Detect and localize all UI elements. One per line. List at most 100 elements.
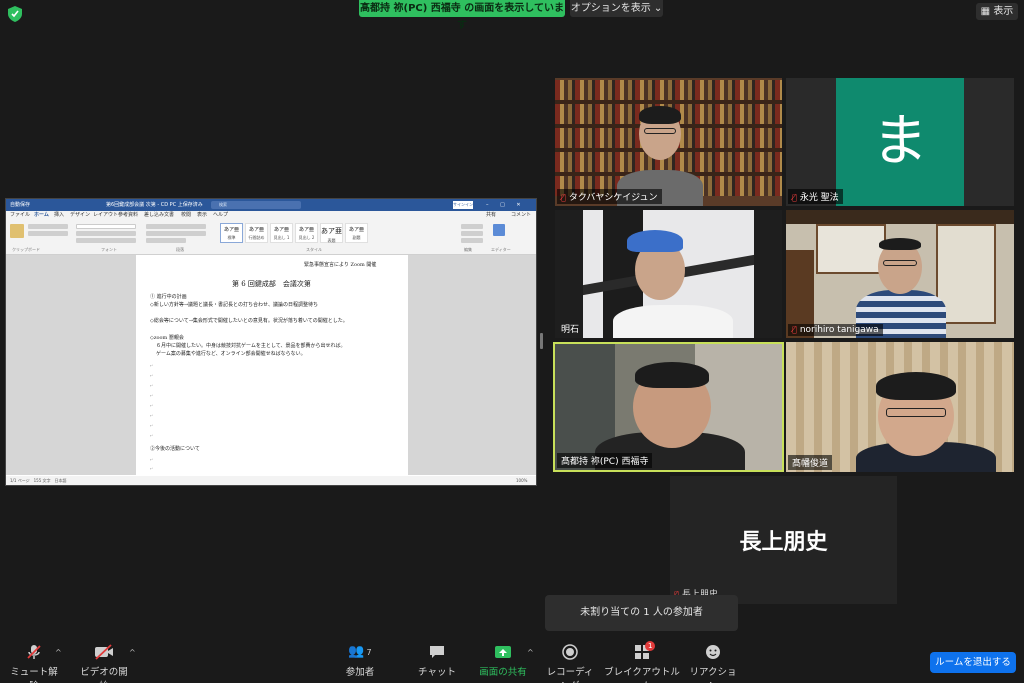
tab-references[interactable]: 参考資料	[118, 211, 138, 220]
zoom-meeting-window: 髙都持 祢(PC) 西福寺 の画面を表示しています オプションを表示 ⌄ ▦ 表…	[0, 0, 1024, 683]
ribbon-tabs: ファイル ホーム 挿入 デザイン レイアウト 参考資料 差し込み文書 校閲 表示…	[6, 211, 536, 220]
participant-name: 明石	[561, 325, 580, 335]
paragraph-mark: ↵	[150, 363, 154, 368]
ceiling-beam	[786, 210, 1014, 224]
font-name-select[interactable]	[76, 224, 136, 229]
group-editing: 編集	[464, 247, 472, 252]
tab-view[interactable]: 表示	[197, 211, 207, 220]
person-hair	[876, 372, 956, 400]
doc-line-item1c: ◇zoom 懇親会	[150, 335, 184, 341]
font-style-tools[interactable]	[76, 231, 136, 236]
format-painter-tool[interactable]	[28, 231, 68, 236]
select-tool[interactable]	[461, 238, 483, 243]
style-heading-2[interactable]: あア亜 見出し 2	[295, 223, 318, 243]
view-label: 表示	[993, 6, 1014, 17]
share-screen-icon	[495, 646, 511, 658]
alignment-tools[interactable]	[146, 231, 206, 236]
share-link[interactable]: 共有	[486, 211, 496, 220]
participant-tile[interactable]: 髙幡俊道	[786, 342, 1014, 472]
font-color-tools[interactable]	[76, 238, 136, 243]
comment-link[interactable]: コメント	[511, 211, 531, 220]
tab-design[interactable]: デザイン	[70, 211, 90, 220]
tab-insert[interactable]: 挿入	[54, 211, 64, 220]
participant-tile[interactable]: ま 🎙̸ 永光 聖法	[786, 78, 1014, 206]
window-controls[interactable]: – □ ✕	[486, 199, 526, 211]
tab-help[interactable]: ヘルプ	[213, 211, 228, 220]
active-speaker-tile[interactable]: 髙都持 祢(PC) 西福寺	[553, 342, 784, 472]
split-view-handle[interactable]	[540, 333, 543, 349]
record-button[interactable]: レコーディング	[543, 644, 597, 683]
tab-mailings[interactable]: 差し込み文書	[144, 211, 174, 220]
breakout-rooms-button[interactable]: 1 ブレイクアウトルーム	[604, 641, 680, 683]
glasses	[883, 260, 917, 266]
record-label: レコーディング	[546, 667, 594, 683]
participants-count: 7	[366, 648, 372, 657]
style-sample: あア亜	[321, 227, 342, 235]
bookshelf-row	[555, 80, 782, 100]
style-subtitle[interactable]: あア亜 副題	[345, 223, 368, 243]
shading-tools[interactable]	[146, 238, 186, 243]
participant-name: タクバヤシケイジュン	[568, 193, 658, 203]
unassigned-participants-popup[interactable]: 未割り当ての 1 人の参加者	[545, 595, 738, 631]
participant-tile[interactable]: 🎙̸ norihiro tanigawa	[786, 210, 1014, 338]
doc-heading: 第 6 回鍵成部 会議次第	[232, 280, 311, 288]
person-hair	[635, 362, 709, 388]
view-button[interactable]: ▦ 表示	[976, 3, 1018, 20]
mic-muted-icon: 🎙̸	[561, 193, 566, 202]
unmute-button[interactable]: ミュート解除	[8, 644, 60, 683]
breakout-badge: 1	[645, 641, 656, 651]
options-label: オプションを表示	[570, 3, 651, 14]
style-name: 副題	[352, 235, 361, 240]
participant-avatar: ま	[836, 78, 964, 206]
participant-tile[interactable]: 長上朋史 🎙̸長上朋史	[670, 476, 897, 604]
doc-line-item1b: ◇総会等について→集会形式で開催したいとの意見有。状況が落ち着いての開催とした。	[150, 318, 348, 324]
participant-tile[interactable]: 明石	[555, 210, 782, 338]
find-tool[interactable]	[461, 224, 483, 229]
cut-copy-tools[interactable]	[28, 224, 68, 229]
chat-button[interactable]: チャット	[418, 644, 456, 678]
list-tools[interactable]	[146, 224, 206, 229]
participant-tile[interactable]: 🎙̸ タクバヤシケイジュン	[555, 78, 782, 206]
style-no-spacing[interactable]: あア亜 行間詰め	[245, 223, 268, 243]
zoom-level[interactable]: 100%	[516, 476, 527, 485]
video-options-caret[interactable]: ^	[129, 648, 136, 657]
participant-name-label: 髙幡俊道	[788, 455, 833, 470]
autosave-label[interactable]: 自動保存	[10, 199, 30, 211]
tab-file[interactable]: ファイル	[10, 211, 30, 220]
style-heading-1[interactable]: あア亜 見出し 1	[270, 223, 293, 243]
video-off-icon	[95, 644, 113, 660]
share-options-caret[interactable]: ^	[527, 648, 534, 657]
participant-name: 永光 聖法	[799, 193, 839, 203]
share-screen-label: 画面の共有	[479, 667, 527, 678]
glasses	[886, 408, 946, 417]
style-title[interactable]: あア亜 表題	[320, 223, 343, 243]
editor-icon[interactable]	[493, 224, 505, 236]
start-video-label: ビデオの開始	[80, 667, 128, 683]
tab-home[interactable]: ホーム	[34, 211, 49, 220]
style-normal[interactable]: あア亜 標準	[220, 223, 243, 243]
share-screen-button[interactable]: 画面の共有	[478, 644, 528, 678]
participants-button[interactable]: 👥 7 参加者	[338, 644, 382, 678]
unmute-label: ミュート解除	[10, 667, 58, 683]
leave-room-button[interactable]: ルームを退出する	[930, 652, 1016, 673]
reactions-button[interactable]: リアクション	[689, 644, 737, 683]
paste-icon[interactable]	[10, 224, 24, 238]
word-signin-button[interactable]: サインイン	[453, 201, 473, 209]
group-clipboard: クリップボード	[12, 247, 40, 252]
tab-layout[interactable]: レイアウト	[93, 211, 118, 220]
style-name: 行間詰め	[248, 235, 265, 240]
document-page[interactable]: 緊急事態宣言により Zoom 開催 第 6 回鍵成部 会議次第 ① 進行中の計画…	[136, 255, 408, 475]
start-video-button[interactable]: ビデオの開始	[76, 644, 132, 683]
shared-word-document[interactable]: 自動保存 第6回鍵成部会議 次第 - CD PC 上保存済み 検索 サインイン …	[5, 198, 537, 486]
word-search-box[interactable]: 検索	[211, 201, 301, 209]
breakout-rooms-label: ブレイクアウトルーム	[604, 667, 680, 683]
participants-icon: 👥 7	[348, 644, 372, 659]
replace-tool[interactable]	[461, 231, 483, 236]
view-options-button[interactable]: オプションを表示 ⌄	[570, 0, 663, 17]
security-shield-icon[interactable]	[8, 6, 22, 22]
audio-options-caret[interactable]: ^	[55, 648, 62, 657]
tab-review[interactable]: 校閲	[181, 211, 191, 220]
style-name: 見出し 1	[273, 235, 290, 240]
participant-name-label: 🎙̸ タクバヤシケイジュン	[557, 189, 662, 204]
style-sample: あア亜	[248, 227, 264, 233]
